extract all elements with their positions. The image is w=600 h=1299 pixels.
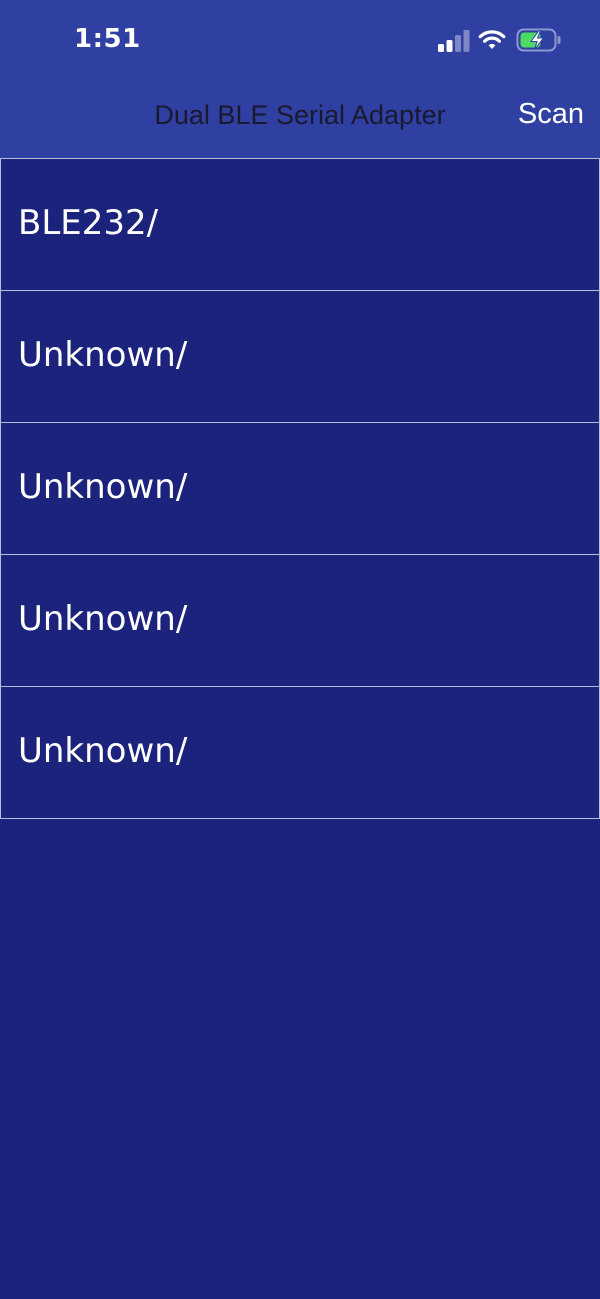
page-title: Dual BLE Serial Adapter [154, 100, 446, 130]
device-name: Unknown/ [18, 466, 188, 507]
scan-button[interactable]: Scan [518, 98, 584, 131]
device-row[interactable]: BLE232/ [0, 159, 600, 291]
device-list: BLE232/ Unknown/ Unknown/ Unknown/ Unkno… [0, 158, 600, 819]
device-row[interactable]: Unknown/ [0, 687, 600, 819]
battery-charging-icon [516, 28, 561, 52]
device-name: Unknown/ [18, 598, 188, 639]
status-bar: 1:51 [0, 0, 600, 80]
device-row[interactable]: Unknown/ [0, 423, 600, 555]
device-name: BLE232/ [18, 202, 159, 243]
cellular-signal-icon [438, 30, 470, 52]
device-row[interactable]: Unknown/ [0, 291, 600, 423]
status-time: 1:51 [74, 24, 141, 54]
device-row[interactable]: Unknown/ [0, 555, 600, 687]
wifi-icon [478, 30, 506, 49]
app-header: 1:51 Dual BLE Serial Adapter Scan [0, 0, 600, 158]
device-name: Unknown/ [18, 334, 188, 375]
navigation-bar: Dual BLE Serial Adapter Scan [0, 80, 600, 158]
device-name: Unknown/ [18, 730, 188, 771]
